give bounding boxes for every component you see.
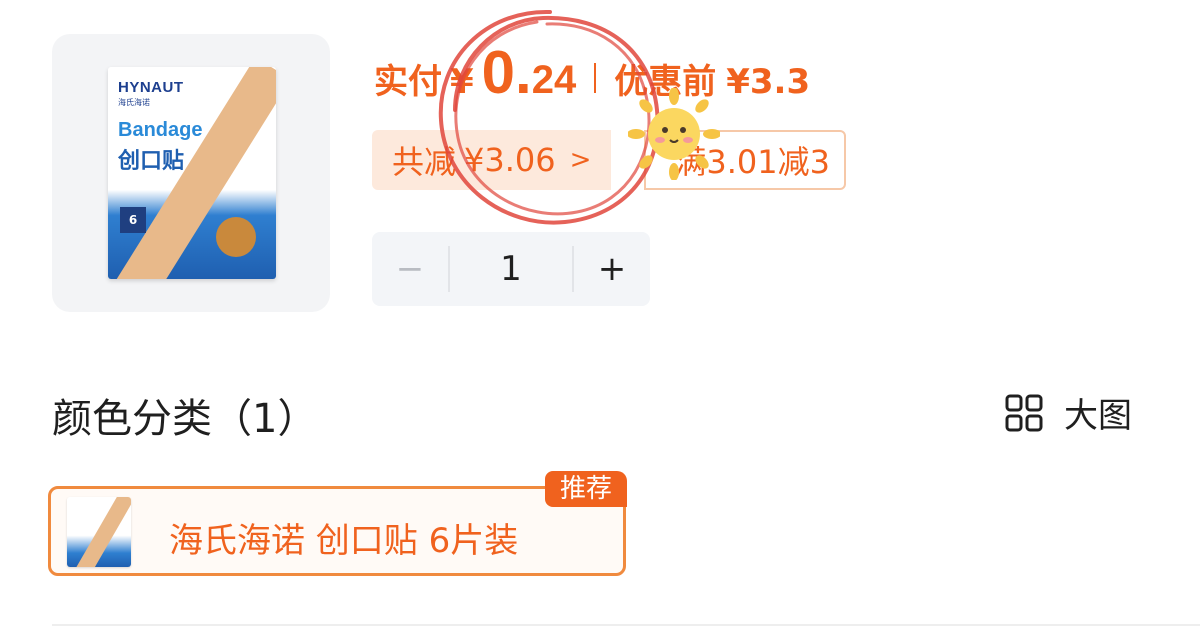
paid-currency: ¥ bbox=[450, 62, 474, 102]
before-discount-value: ¥3.3 bbox=[726, 62, 811, 102]
package-brand: Bandage bbox=[118, 119, 203, 141]
price-row: 实付 ¥ 0. 24 优惠前 ¥3.3 bbox=[374, 38, 810, 118]
package-name: 创口贴 bbox=[118, 149, 185, 174]
sun-sticker bbox=[628, 88, 720, 180]
product-package-image: HYNAUT 海氏海诺 Bandage 创口贴 6 bbox=[108, 67, 276, 279]
big-view-label: 大图 bbox=[1064, 396, 1132, 436]
grid-view-icon bbox=[1005, 394, 1043, 431]
increase-button[interactable]: + bbox=[574, 232, 650, 306]
cartoon-mouse bbox=[216, 217, 256, 257]
saved-value: ¥3.06 bbox=[464, 141, 556, 179]
paid-label: 实付 bbox=[374, 63, 442, 101]
product-thumbnail[interactable]: HYNAUT 海氏海诺 Bandage 创口贴 6 bbox=[52, 34, 330, 312]
variant-option[interactable]: 海氏海诺 创口贴 6片装 bbox=[48, 486, 626, 576]
saved-label: 共减 bbox=[392, 143, 457, 181]
chevron-right-icon: > bbox=[569, 145, 592, 175]
price-divider bbox=[594, 63, 597, 93]
package-logo-sub: 海氏海诺 bbox=[118, 98, 150, 107]
variant-label: 海氏海诺 创口贴 6片装 bbox=[169, 521, 519, 561]
package-count: 6 bbox=[120, 207, 146, 233]
color-category-title: 颜色分类（1） bbox=[52, 396, 318, 442]
quantity-value[interactable]: 1 bbox=[450, 249, 572, 289]
big-view-toggle[interactable]: 大图 bbox=[1004, 388, 1132, 437]
section-divider bbox=[52, 624, 1200, 626]
total-saved-tag[interactable]: 共减 ¥3.06 > bbox=[372, 130, 612, 190]
quantity-stepper: − 1 + bbox=[372, 232, 650, 306]
paid-price-integer: 0. bbox=[481, 39, 532, 106]
decrease-button[interactable]: − bbox=[372, 232, 448, 306]
recommended-badge: 推荐 bbox=[545, 471, 627, 507]
paid-price-decimal: 24 bbox=[531, 58, 577, 102]
package-logo: HYNAUT bbox=[118, 79, 184, 96]
variant-thumbnail bbox=[67, 497, 131, 567]
